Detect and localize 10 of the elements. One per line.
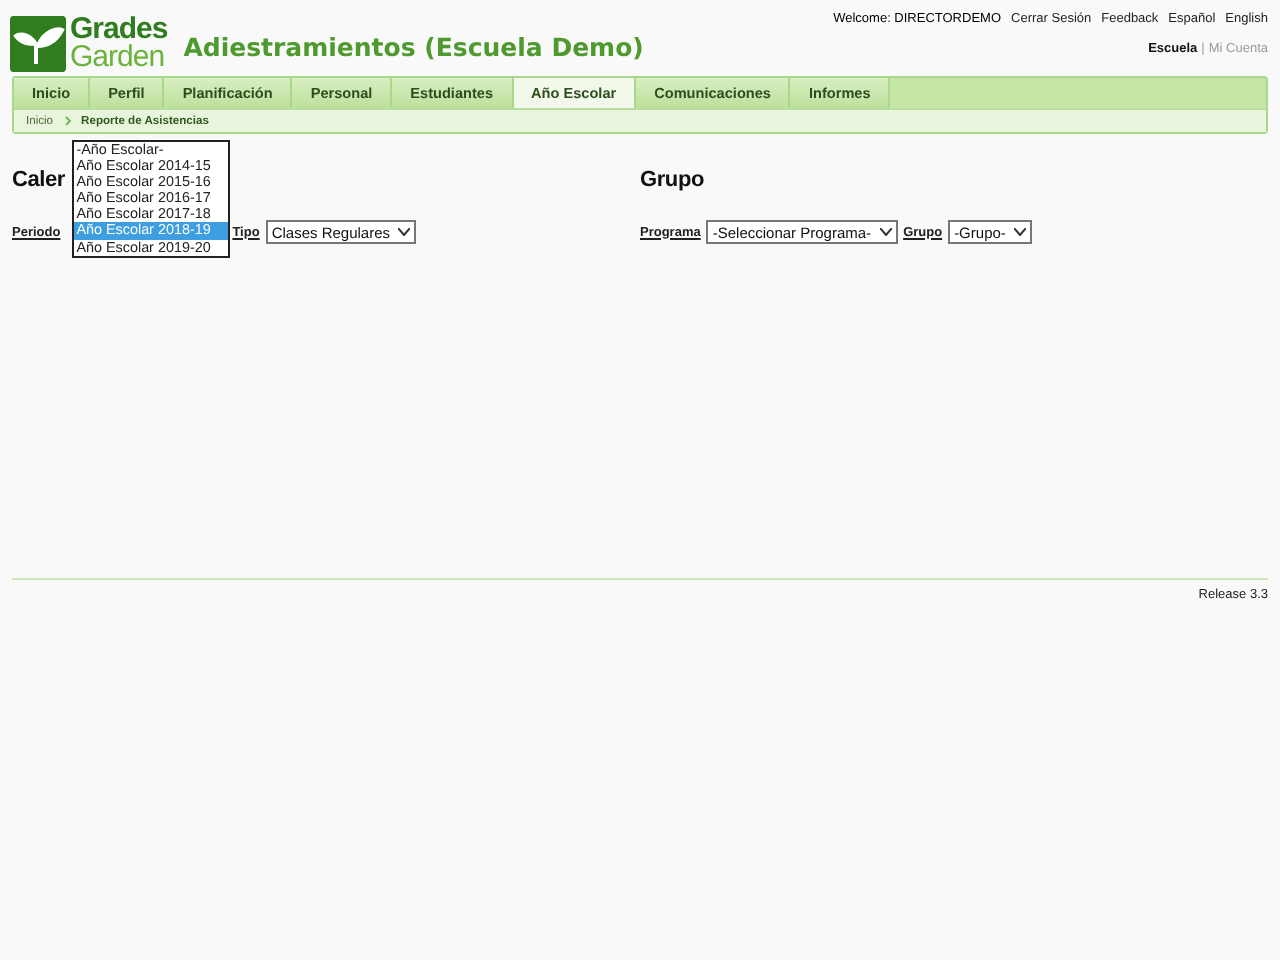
caret-icon [879, 228, 892, 236]
section-heading: Caler [12, 168, 66, 192]
caret-icon [398, 228, 411, 236]
page-title: Adiestramientos (Escuela Demo) [183, 32, 644, 62]
section-heading: Grupo [640, 168, 704, 192]
logo-text: Garden [70, 43, 167, 71]
caret-icon [1013, 228, 1026, 236]
sprout-icon [10, 15, 66, 71]
logo-text: Grades [70, 15, 168, 43]
chevron-icon [63, 116, 72, 126]
